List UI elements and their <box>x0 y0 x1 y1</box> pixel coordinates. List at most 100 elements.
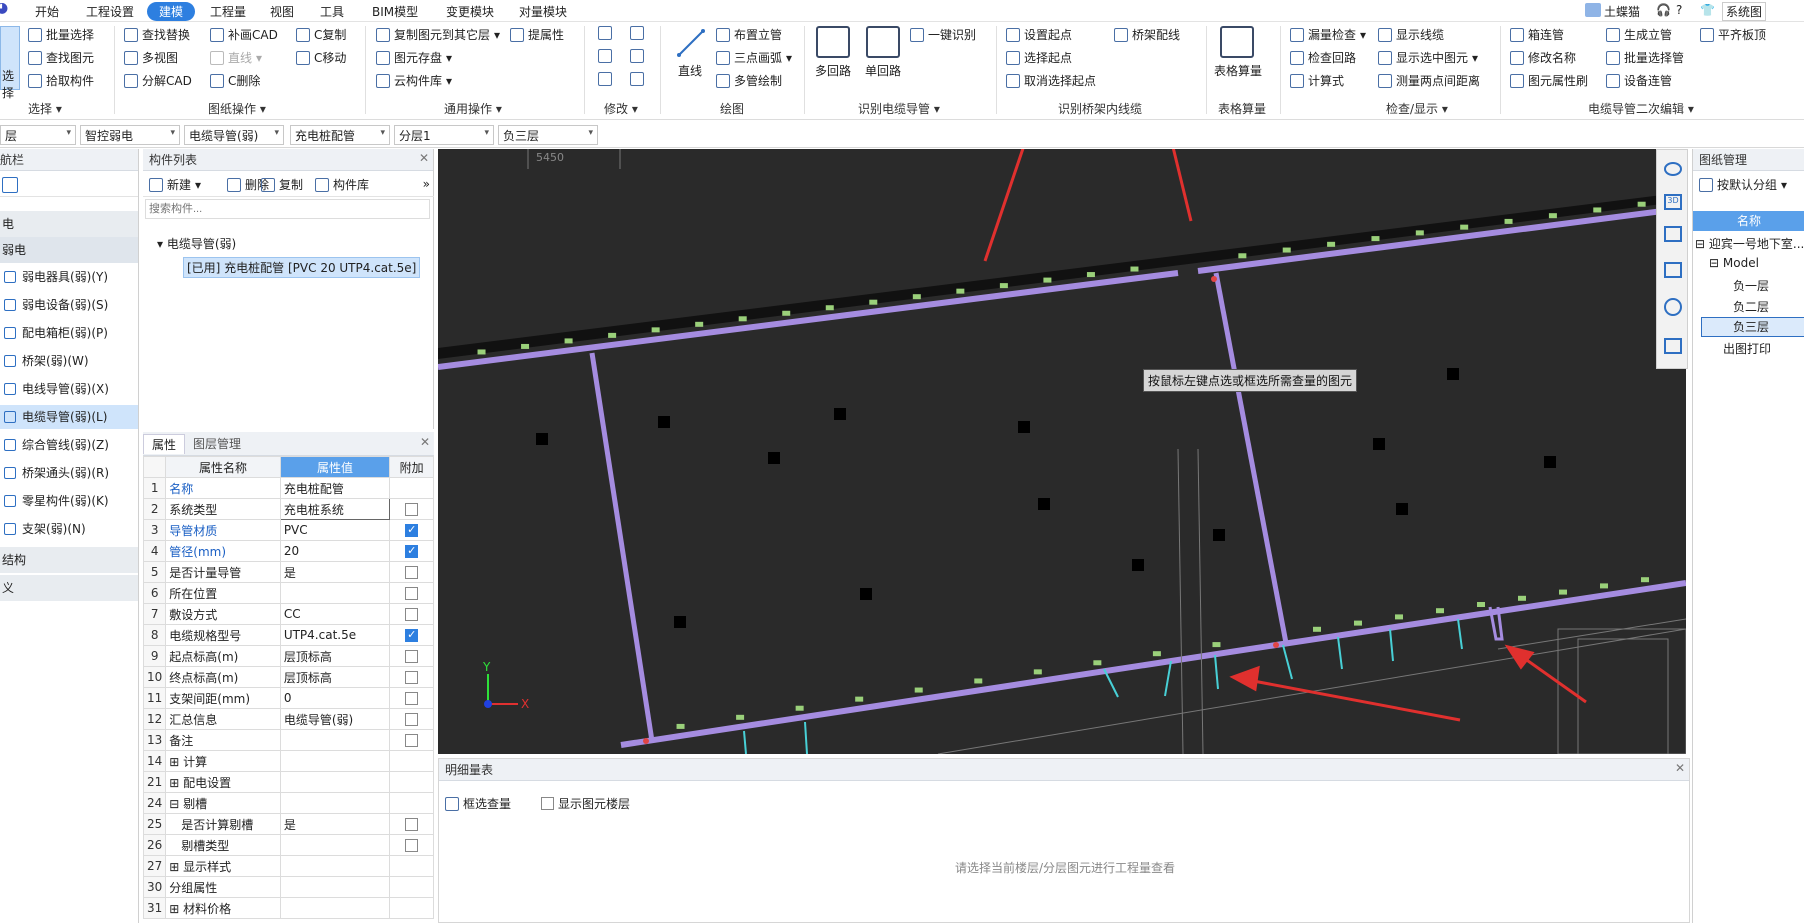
close-icon[interactable]: ✕ <box>420 435 430 449</box>
extract-attr-button[interactable]: 提属性 <box>510 26 564 43</box>
extra-checkbox[interactable] <box>405 839 419 852</box>
extra-checkbox[interactable] <box>405 713 419 726</box>
property-value[interactable] <box>279 582 391 604</box>
property-row[interactable]: 27 ⊞ 显示样式 <box>142 855 434 877</box>
tray-bottom-right[interactable] <box>1275 580 1686 648</box>
flat-tray-button[interactable]: 平齐板顶 <box>1700 26 1766 43</box>
drawing-tree-model[interactable]: ⊟ Model <box>1709 256 1759 270</box>
group-general-ops[interactable]: 通用操作 ▾ <box>444 100 502 117</box>
riser-button[interactable]: 布置立管 <box>716 26 782 43</box>
property-row[interactable]: 4 管径(mm) 20 <box>142 540 434 562</box>
drawing-tree-b1[interactable]: 负一层 <box>1733 277 1769 294</box>
extra-checkbox[interactable] <box>405 650 419 663</box>
property-value[interactable] <box>279 897 391 919</box>
c-copy-button[interactable]: C复制 <box>296 26 346 43</box>
property-row[interactable]: 1 名称 充电桩配管 <box>142 477 434 499</box>
multi-view-button[interactable]: 多视图 <box>124 49 178 66</box>
menu-compare[interactable]: 对量模块 <box>519 3 567 20</box>
nav-item-9[interactable]: 支架(弱)(N) <box>0 517 138 541</box>
find-element-button[interactable]: 查找图元 <box>28 49 94 66</box>
table-calc-button[interactable]: 表格算量 <box>1214 62 1262 79</box>
extra-checkbox[interactable] <box>405 734 419 747</box>
modify-rotate-icon[interactable] <box>630 72 644 86</box>
menu-view[interactable]: 视图 <box>270 3 294 20</box>
property-value[interactable] <box>279 834 391 856</box>
rename-button[interactable]: 修改名称 <box>1510 49 1576 66</box>
group-select[interactable]: 选择 ▾ <box>28 100 62 117</box>
check-loop-button[interactable]: 检查回路 <box>1290 49 1356 66</box>
menu-bim[interactable]: BIM模型 <box>372 3 418 20</box>
junction-marker[interactable] <box>1273 642 1279 648</box>
modify-extend-icon[interactable] <box>630 49 644 63</box>
select-start-button[interactable]: 选择起点 <box>1006 49 1072 66</box>
component-search-input[interactable] <box>145 199 430 219</box>
element-disk-button[interactable]: 图元存盘 ▾ <box>376 49 452 66</box>
property-row[interactable]: 30 分组属性 <box>142 876 434 898</box>
menu-tools[interactable]: 工具 <box>320 3 344 20</box>
nav-section-weak[interactable]: 弱电 <box>0 237 138 263</box>
property-row[interactable]: 11 支架间距(mm) 0 <box>142 687 434 709</box>
extra-checkbox[interactable] <box>405 587 419 600</box>
property-row[interactable]: 31 ⊞ 材料价格 <box>142 897 434 919</box>
view-3d-icon[interactable]: 3D <box>1664 194 1682 210</box>
tree-item-charging-pipe[interactable]: [已用] 充电桩配管 [PVC 20 UTP4.cat.5e] <box>183 257 421 278</box>
extra-checkbox[interactable] <box>405 628 419 642</box>
copy-to-floor-button[interactable]: 复制图元到其它层 ▾ <box>376 26 500 43</box>
property-value[interactable]: 层顶标高 <box>279 666 391 688</box>
extra-checkbox[interactable] <box>405 503 419 516</box>
modify-move-icon[interactable] <box>598 49 612 63</box>
more-icon[interactable]: » <box>423 177 430 191</box>
single-loop-icon[interactable] <box>866 26 900 58</box>
property-row[interactable]: 13 备注 <box>142 729 434 751</box>
edit-icon[interactable] <box>2 177 18 193</box>
arc3-button[interactable]: 三点画弧 ▾ <box>716 49 792 66</box>
shirt-icon[interactable]: 👕 <box>1700 3 1715 17</box>
multi-pipe-button[interactable]: 多管绘制 <box>716 72 782 89</box>
show-floor-checkbox[interactable]: 显示图元楼层 <box>541 795 630 812</box>
batch-pipe-button[interactable]: 批量选择管 <box>1606 49 1684 66</box>
corner-marker[interactable] <box>643 738 649 744</box>
tray-top-right[interactable] <box>1197 205 1686 274</box>
drawing-tree-print[interactable]: 出图打印 <box>1723 340 1771 357</box>
nav-section-struct[interactable]: 结构 <box>0 547 138 573</box>
section-icon[interactable] <box>1664 262 1682 278</box>
property-value[interactable]: 0 <box>279 687 391 709</box>
device-pipe-button[interactable]: 设备连管 <box>1606 72 1672 89</box>
property-value[interactable]: 电缆导管(弱) <box>279 708 391 730</box>
nav-item-7[interactable]: 桥架通头(弱)(R) <box>0 461 138 485</box>
list-view-icon[interactable] <box>1664 338 1682 354</box>
measure-distance-button[interactable]: 测量两点间距离 <box>1378 72 1480 89</box>
nav-item-5[interactable]: 电缆导管(弱)(L) <box>0 405 138 429</box>
extra-checkbox[interactable] <box>405 608 419 621</box>
property-row[interactable]: 14 ⊞ 计算 <box>142 750 434 772</box>
tab-properties[interactable]: 属性 <box>143 434 186 454</box>
draw-line-button[interactable]: 直线 <box>678 62 702 79</box>
help-icon[interactable]: ? <box>1676 3 1682 17</box>
group-drawing-ops[interactable]: 图纸操作 ▾ <box>208 100 266 117</box>
property-value[interactable]: 20 <box>279 540 391 562</box>
group-secondary-edit[interactable]: 电缆导管二次编辑 ▾ <box>1588 100 1694 117</box>
element-attr-brush-button[interactable]: 图元属性刷 <box>1510 72 1588 89</box>
find-replace-button[interactable]: 查找替换 <box>124 26 190 43</box>
user-name[interactable]: 土蝶猫 <box>1604 3 1640 20</box>
drawing-tree-b2[interactable]: 负二层 <box>1733 298 1769 315</box>
type-select[interactable]: 电缆导管(弱) <box>184 125 284 145</box>
component-select[interactable]: 充电桩配管 <box>290 125 390 145</box>
nav-item-2[interactable]: 配电箱柜(弱)(P) <box>0 321 138 345</box>
property-value[interactable]: 充电桩系统 <box>279 498 391 520</box>
property-value[interactable]: 是 <box>279 561 391 583</box>
floor-select[interactable]: 层 <box>0 125 76 145</box>
property-row[interactable]: 9 起点标高(m) 层顶标高 <box>142 645 434 667</box>
cad-canvas[interactable]: 5450 Y X <box>438 149 1686 754</box>
copy-button[interactable]: 复制 <box>261 176 303 193</box>
repair-cad-button[interactable]: 补画CAD <box>210 26 278 43</box>
c-move-button[interactable]: C移动 <box>296 49 346 66</box>
pipe-vertical-right[interactable] <box>1213 272 1289 644</box>
table-calc-icon[interactable] <box>1220 26 1254 58</box>
show-selected-button[interactable]: 显示选中图元 ▾ <box>1378 49 1478 66</box>
library-button[interactable]: 构件库 <box>315 176 369 193</box>
orbit-icon[interactable] <box>1664 162 1682 176</box>
nav-section-top[interactable]: 电 <box>0 211 138 237</box>
modify-mirror-icon[interactable] <box>630 26 644 40</box>
batch-select-button[interactable]: 批量选择 <box>28 26 94 43</box>
